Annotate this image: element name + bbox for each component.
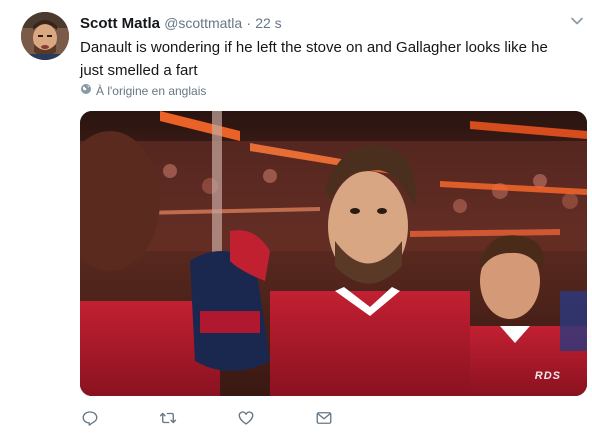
hockey-photo (80, 111, 587, 396)
tweet[interactable]: Scott Matla @scottmatla · 22 s Danault i… (0, 0, 592, 435)
translate-link[interactable]: À l'origine en anglais (80, 82, 206, 100)
tweet-text: Danault is wondering if he left the stov… (80, 39, 548, 79)
rds-logo: RDS (534, 370, 561, 382)
retweet-icon (159, 412, 177, 424)
avatar[interactable] (21, 12, 69, 60)
avatar-image (21, 12, 69, 60)
envelope-icon (316, 412, 332, 424)
action-bar (80, 408, 392, 428)
separator: · (246, 15, 252, 31)
media-image[interactable]: RDS (80, 111, 587, 396)
like-button[interactable] (236, 408, 256, 428)
display-name[interactable]: Scott Matla (80, 15, 160, 32)
heart-icon (238, 411, 254, 425)
retweet-button[interactable] (158, 408, 178, 428)
user-handle[interactable]: @scottmatla (164, 15, 242, 31)
timestamp[interactable]: 22 s (255, 15, 281, 31)
translate-label: À l'origine en anglais (96, 84, 207, 98)
chevron-down-icon[interactable] (570, 14, 584, 28)
reply-icon (82, 411, 98, 426)
reply-button[interactable] (80, 408, 100, 428)
direct-message-button[interactable] (314, 408, 334, 428)
tweet-header: Scott Matla @scottmatla · 22 s (80, 12, 572, 34)
globe-icon (80, 82, 92, 100)
